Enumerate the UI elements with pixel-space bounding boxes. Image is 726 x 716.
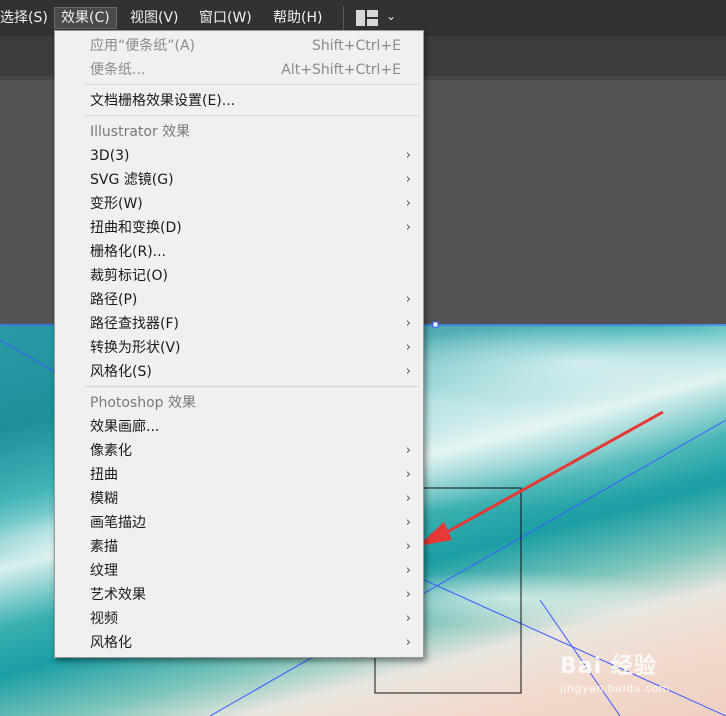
chevron-right-icon: ›: [405, 491, 411, 506]
chevron-right-icon: ›: [405, 539, 411, 554]
chevron-right-icon: ›: [405, 172, 411, 187]
menu-item-texture[interactable]: 纹理 ›: [55, 559, 423, 583]
chevron-right-icon: ›: [405, 563, 411, 578]
menu-item-3d[interactable]: 3D(3) ›: [55, 144, 423, 168]
chevron-right-icon: ›: [405, 340, 411, 355]
menu-item-distort-transform[interactable]: 扭曲和变换(D) ›: [55, 216, 423, 240]
menu-item-brush-strokes[interactable]: 画笔描边 ›: [55, 511, 423, 535]
menu-item-distort[interactable]: 扭曲 ›: [55, 463, 423, 487]
chevron-right-icon: ›: [405, 515, 411, 530]
chevron-right-icon: ›: [405, 364, 411, 379]
menu-item-document-raster-settings[interactable]: 文档栅格效果设置(E)...: [55, 89, 423, 113]
chevron-right-icon: ›: [405, 196, 411, 211]
menu-item-apply-last-effect[interactable]: 应用“便条纸”(A) Shift+Ctrl+E: [55, 34, 423, 58]
menu-item-path[interactable]: 路径(P) ›: [55, 288, 423, 312]
chevron-right-icon: ›: [405, 635, 411, 650]
annotation-arrow-shaft: [439, 410, 664, 538]
chevron-right-icon: ›: [405, 611, 411, 626]
menu-item-blur[interactable]: 模糊 ›: [55, 487, 423, 511]
chevron-right-icon: ›: [405, 316, 411, 331]
menu-item-video[interactable]: 视频 ›: [55, 607, 423, 631]
chevron-right-icon: ›: [405, 467, 411, 482]
effect-menu-dropdown: 应用“便条纸”(A) Shift+Ctrl+E 便条纸... Alt+Shift…: [54, 30, 424, 658]
watermark: Bai 经验 jingyan.baidu.com: [560, 648, 670, 695]
menu-item-pathfinder[interactable]: 路径查找器(F) ›: [55, 312, 423, 336]
menu-item-warp[interactable]: 变形(W) ›: [55, 192, 423, 216]
chevron-right-icon: ›: [405, 587, 411, 602]
menu-item-sketch[interactable]: 素描 ›: [55, 535, 423, 559]
watermark-logo: Bai 经验: [560, 654, 657, 679]
menu-separator: [85, 84, 419, 85]
menu-item-stylize-illustrator[interactable]: 风格化(S) ›: [55, 360, 423, 384]
section-header-illustrator: Illustrator 效果: [90, 124, 191, 140]
menu-item-pixelate[interactable]: 像素化 ›: [55, 439, 423, 463]
chevron-right-icon: ›: [405, 443, 411, 458]
menu-item-effect-gallery[interactable]: 效果画廊...: [55, 415, 423, 439]
menu-item-last-effect[interactable]: 便条纸... Alt+Shift+Ctrl+E: [55, 58, 423, 82]
menu-item-rasterize[interactable]: 栅格化(R)...: [55, 240, 423, 264]
menu-item-convert-to-shape[interactable]: 转换为形状(V) ›: [55, 336, 423, 360]
chevron-right-icon: ›: [405, 148, 411, 163]
menu-item-artistic[interactable]: 艺术效果 ›: [55, 583, 423, 607]
menu-item-crop-marks[interactable]: 裁剪标记(O): [55, 264, 423, 288]
selection-handle: [432, 321, 439, 328]
section-header-photoshop: Photoshop 效果: [90, 395, 197, 411]
menu-separator: [85, 386, 419, 387]
watermark-url: jingyan.baidu.com: [560, 682, 671, 695]
chevron-right-icon: ›: [405, 220, 411, 235]
menu-item-stylize-photoshop[interactable]: 风格化 ›: [55, 631, 423, 655]
menu-separator: [85, 115, 419, 116]
menu-item-svg-filters[interactable]: SVG 滤镜(G) ›: [55, 168, 423, 192]
chevron-right-icon: ›: [405, 292, 411, 307]
